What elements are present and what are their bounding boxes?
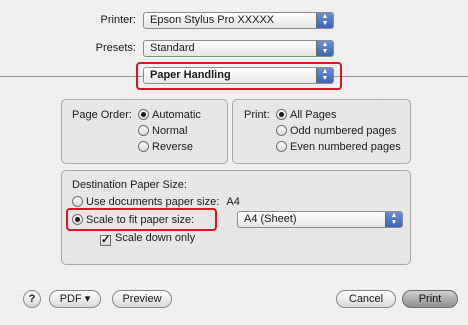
print-even-pages[interactable]: Even numbered pages [276,141,401,154]
help-button[interactable]: ? [23,290,41,308]
scale-paper-size-value: A4 (Sheet) [244,213,297,225]
radio-label: Even numbered pages [290,141,401,153]
radio-selected-icon [138,109,149,120]
checkbox-label: Scale down only [115,232,196,244]
cancel-button[interactable]: Cancel [336,290,396,308]
radio-label: Use documents paper size: [86,196,220,208]
presets-popup[interactable]: Standard ▲ ▼ [143,40,334,57]
radio-icon [138,141,149,152]
presets-value: Standard [150,42,195,54]
radio-label: All Pages [290,109,337,121]
highlight-frame-panel [136,62,342,90]
popup-arrows-icon: ▲ ▼ [316,41,333,56]
print-dialog: Printer: Epson Stylus Pro XXXXX ▲ ▼ Prese… [0,0,468,325]
preview-button[interactable]: Preview [112,290,172,308]
print-label: Print: [244,109,270,121]
documents-paper-size-value: A4 [226,196,240,208]
radio-icon [138,125,149,136]
page-order-reverse[interactable]: Reverse [138,141,193,154]
destination-title: Destination Paper Size: [72,179,187,191]
checkmark-icon: ✓ [100,234,111,246]
page-order-label: Page Order: [72,109,132,121]
print-button[interactable]: Print [402,290,458,308]
printer-value: Epson Stylus Pro XXXXX [150,14,275,26]
popup-arrows-icon: ▲ ▼ [385,212,402,227]
radio-selected-icon [276,109,287,120]
radio-label: Normal [152,125,188,137]
printer-label: Printer: [100,14,136,26]
page-order-automatic[interactable]: Automatic [138,109,201,122]
print-all-pages[interactable]: All Pages [276,109,336,122]
radio-icon [276,125,287,136]
printer-popup[interactable]: Epson Stylus Pro XXXXX ▲ ▼ [143,12,334,29]
presets-label: Presets: [95,42,136,54]
radio-icon [72,196,83,207]
print-odd-pages[interactable]: Odd numbered pages [276,125,396,138]
scale-down-only-checkbox[interactable]: ✓ Scale down only [100,232,195,246]
radio-label: Reverse [152,141,193,153]
radio-label: Odd numbered pages [290,125,397,137]
popup-arrows-icon: ▲ ▼ [316,13,333,28]
scale-paper-size-popup[interactable]: A4 (Sheet) ▲ ▼ [237,211,403,228]
pdf-menu-button[interactable]: PDF ▾ [49,290,101,308]
radio-label: Automatic [152,109,201,121]
highlight-frame-scale [66,208,217,231]
radio-icon [276,141,287,152]
page-order-normal[interactable]: Normal [138,125,187,138]
